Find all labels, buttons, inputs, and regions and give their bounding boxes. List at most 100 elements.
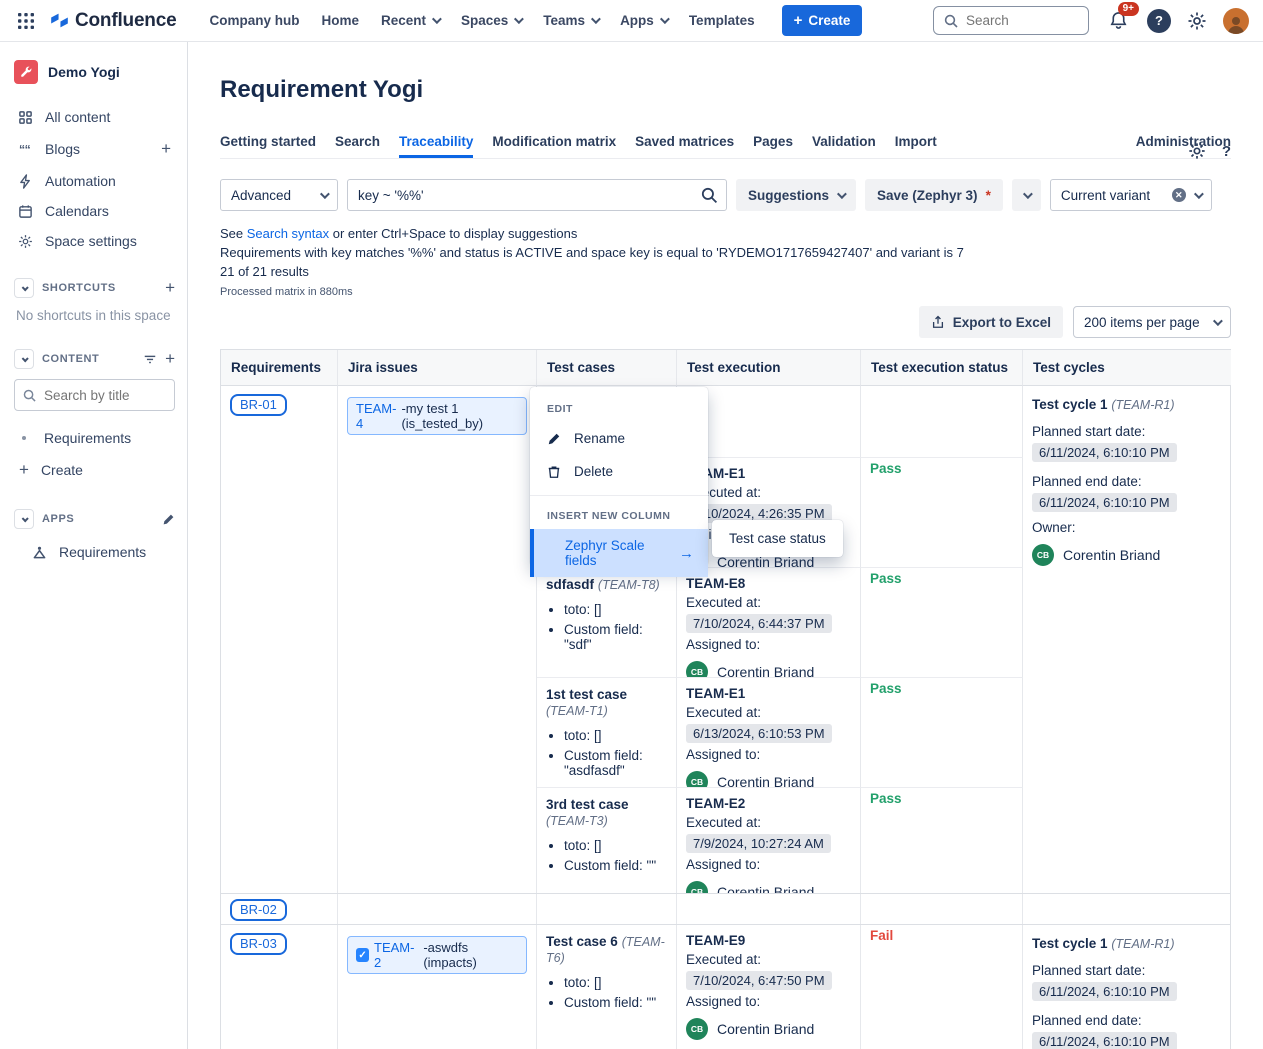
suggestions-button[interactable]: Suggestions	[736, 179, 856, 211]
chevron-down-icon	[660, 14, 670, 24]
processing-time: Processed matrix in 880ms	[220, 285, 1231, 301]
collapse-chevron-icon[interactable]	[14, 349, 34, 369]
collapse-chevron-icon[interactable]	[14, 509, 34, 529]
space-header[interactable]: Demo Yogi	[14, 60, 175, 84]
create-button[interactable]: + Create	[782, 5, 863, 36]
column-header-test-execution-status[interactable]: Test execution status	[861, 350, 1023, 386]
chevron-down-icon	[591, 14, 601, 24]
notifications-button[interactable]: 9+	[1105, 8, 1131, 34]
export-excel-button[interactable]: Export to Excel	[919, 306, 1063, 338]
requirement-key-badge[interactable]: BR-03	[230, 933, 287, 955]
results-count: 21 of 21 results	[220, 263, 1231, 282]
nav-item-templates[interactable]: Templates	[680, 7, 764, 34]
test-case-name: 1st test case	[546, 687, 627, 702]
help-button[interactable]: ?	[1147, 9, 1171, 33]
nav-item-apps[interactable]: Apps	[611, 7, 676, 34]
sidebar-item-all-content[interactable]: All content	[14, 102, 175, 132]
filter-icon[interactable]	[143, 352, 157, 366]
content-section-header: CONTENT +	[14, 349, 175, 369]
tab-saved-matrices[interactable]: Saved matrices	[635, 130, 734, 158]
apps-item-requirements[interactable]: Requirements	[14, 537, 175, 567]
search-syntax-link[interactable]: Search syntax	[247, 226, 329, 241]
column-header-test-cycles[interactable]: Test cycles	[1023, 350, 1231, 386]
traceability-table: Requirements Jira issues Test cases Test…	[220, 349, 1231, 1049]
nav-item-home[interactable]: Home	[312, 7, 368, 34]
app-switcher-icon[interactable]	[12, 7, 40, 35]
sidebar-item-automation[interactable]: Automation	[14, 166, 175, 196]
submenu-test-case-status[interactable]: Test case status	[712, 520, 843, 557]
menu-item-rename[interactable]: Rename	[530, 422, 708, 455]
add-shortcut-icon[interactable]: +	[165, 278, 175, 298]
test-case-fields: toto: [] Custom field: "sdf"	[564, 602, 667, 652]
gear-icon	[18, 234, 33, 249]
field-item: toto: []	[564, 602, 667, 617]
content-search-input[interactable]	[44, 388, 166, 403]
settings-gear-icon[interactable]	[1187, 11, 1207, 31]
global-search[interactable]	[933, 6, 1089, 35]
nav-item-company-hub[interactable]: Company hub	[200, 7, 308, 34]
column-header-test-execution[interactable]: Test execution	[677, 350, 861, 386]
tab-search[interactable]: Search	[335, 130, 380, 158]
collapse-chevron-icon[interactable]	[14, 278, 34, 298]
jira-issue-pill[interactable]: TEAM-4-my test 1 (is_tested_by)	[347, 397, 527, 435]
edit-pencil-icon[interactable]	[162, 513, 175, 526]
avatar: CB	[1032, 544, 1054, 566]
sidebar-item-blogs[interactable]: ““ Blogs +	[14, 132, 175, 166]
clear-variant-icon[interactable]: ✕	[1172, 188, 1186, 202]
test-case-cell: Test case 6 (TEAM-T6) toto: [] Custom fi…	[537, 925, 677, 1049]
chevron-down-icon	[1023, 189, 1033, 199]
content-search[interactable]	[14, 379, 175, 411]
column-header-test-cases[interactable]: Test cases	[537, 350, 677, 386]
column-header-requirements[interactable]: Requirements	[221, 350, 338, 386]
jira-issue-link[interactable]: TEAM-4	[356, 401, 396, 431]
content-create[interactable]: + Create	[14, 453, 175, 487]
save-options-button[interactable]	[1012, 179, 1041, 211]
menu-item-delete[interactable]: Delete	[530, 455, 708, 488]
tab-import[interactable]: Import	[895, 130, 937, 158]
page-size-select[interactable]: 200 items per page	[1073, 306, 1231, 338]
sidebar-item-space-settings[interactable]: Space settings	[14, 226, 175, 256]
tab-pages[interactable]: Pages	[753, 130, 793, 158]
tab-traceability[interactable]: Traceability	[399, 130, 473, 158]
column-header-jira-issues[interactable]: Jira issues	[338, 350, 537, 386]
execution-key: TEAM-E8	[686, 576, 851, 591]
assignee-name: Corentin Briand	[717, 664, 814, 678]
requirement-key-badge[interactable]: BR-02	[230, 899, 287, 921]
chevron-down-icon	[514, 14, 524, 24]
requirement-key-badge[interactable]: BR-01	[230, 394, 287, 416]
add-blog-icon[interactable]: +	[161, 139, 171, 159]
menu-item-zephyr-scale-fields[interactable]: Zephyr Scale fields →	[530, 529, 708, 577]
space-name: Demo Yogi	[48, 64, 120, 80]
global-search-input[interactable]	[966, 13, 1078, 28]
run-search-button[interactable]	[692, 180, 726, 210]
cycle-name-line: Test cycle 1 (TEAM-R1)	[1032, 397, 1222, 412]
confluence-logo[interactable]: Confluence	[50, 10, 176, 32]
page-settings-gear-icon[interactable]	[1188, 142, 1206, 160]
jira-issue-pill[interactable]: ✓ TEAM-2-aswdfs (impacts)	[347, 936, 527, 974]
tab-modification-matrix[interactable]: Modification matrix	[492, 130, 616, 158]
content-item-requirements[interactable]: Requirements	[14, 423, 175, 453]
jira-issue-link[interactable]: TEAM-2	[374, 940, 418, 970]
owner-label: Owner:	[1032, 520, 1222, 535]
query-input[interactable]	[348, 188, 692, 203]
tab-validation[interactable]: Validation	[812, 130, 876, 158]
page-help-icon[interactable]: ?	[1222, 143, 1231, 160]
nav-item-spaces[interactable]: Spaces	[452, 7, 530, 34]
nav-item-teams[interactable]: Teams	[534, 7, 607, 34]
execution-key: TEAM-E1	[686, 466, 851, 481]
test-case-name: sdfasdf	[546, 577, 594, 592]
test-execution-cell: TEAM-E9 Executed at: 7/10/2024, 6:47:50 …	[677, 925, 861, 1049]
user-avatar[interactable]	[1223, 8, 1249, 34]
test-case-cell	[537, 894, 677, 924]
assignee: CB Corentin Briand	[686, 1018, 851, 1040]
execution-key: TEAM-E9	[686, 933, 851, 948]
tab-getting-started[interactable]: Getting started	[220, 130, 316, 158]
avatar: CB	[686, 661, 708, 678]
add-content-icon[interactable]: +	[165, 349, 175, 369]
test-case-cell: 3rd test case (TEAM-T3) toto: [] Custom …	[537, 788, 677, 893]
nav-item-recent[interactable]: Recent	[372, 7, 448, 34]
sidebar-item-calendars[interactable]: Calendars	[14, 196, 175, 226]
save-button[interactable]: Save (Zephyr 3)*	[865, 179, 1003, 211]
search-mode-select[interactable]: Advanced	[220, 179, 338, 211]
variant-select[interactable]: Current variant ✕	[1050, 179, 1212, 211]
